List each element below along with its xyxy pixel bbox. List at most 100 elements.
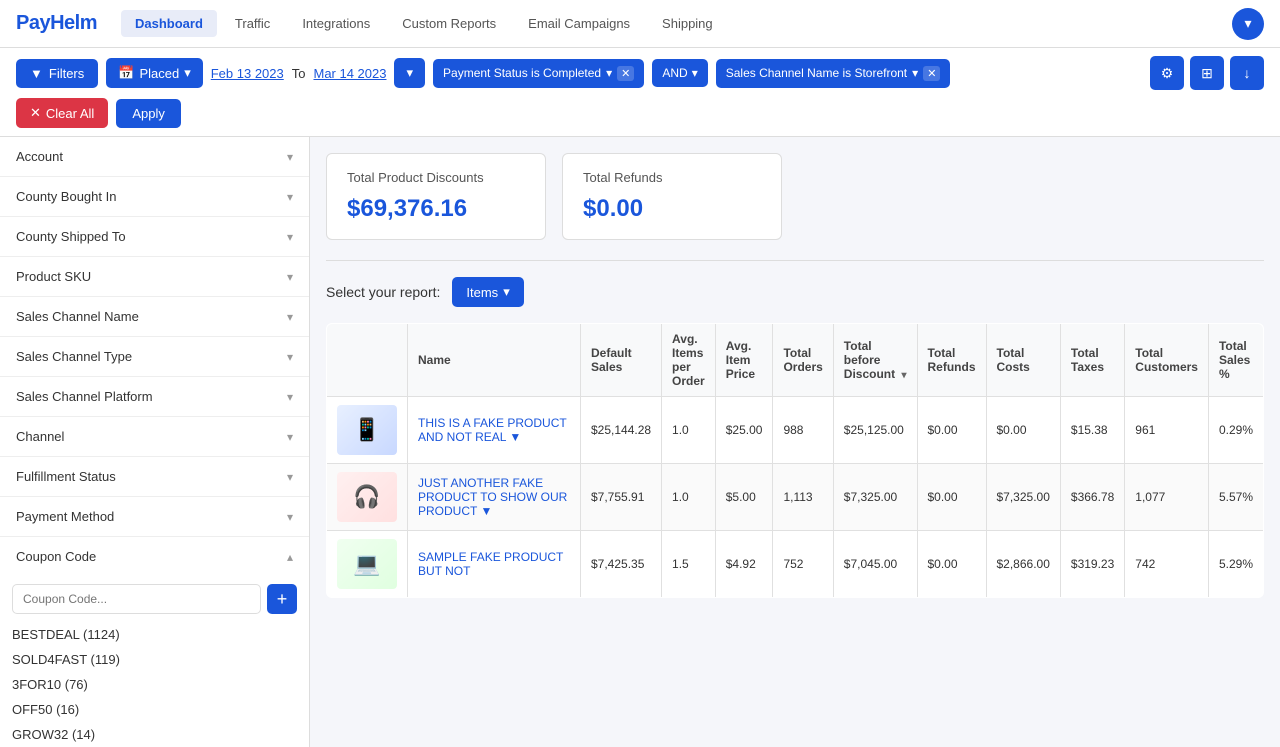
coupon-code-label: Coupon Code — [16, 549, 96, 564]
clear-all-button[interactable]: ✕ Clear All — [16, 98, 108, 128]
chevron-down-icon: ▾ — [287, 270, 293, 284]
settings-icon-btn[interactable]: ⚙ — [1150, 56, 1184, 90]
coupon-code-section: Coupon Code ▴ + BESTDEAL (1124) SOLD4FAS… — [0, 537, 309, 747]
th-total-refunds: TotalRefunds — [917, 324, 986, 397]
chevron-down-icon: ▾ — [287, 230, 293, 244]
card-value: $0.00 — [583, 195, 761, 223]
coupon-code-list: BESTDEAL (1124) SOLD4FAST (119) 3FOR10 (… — [12, 622, 297, 747]
default-sales-cell: $25,144.28 — [580, 397, 661, 464]
card-title: Total Refunds — [583, 170, 761, 185]
sidebar-item-product-sku[interactable]: Product SKU ▾ — [0, 257, 309, 297]
chevron-down-icon: ▾ — [287, 510, 293, 524]
avg-items-cell: 1.0 — [662, 397, 716, 464]
total-taxes-cell: $319.23 — [1060, 531, 1124, 598]
total-before-discount-cell: $7,045.00 — [833, 531, 917, 598]
sidebar-item-label: County Shipped To — [16, 229, 126, 244]
data-table: Name DefaultSales Avg.ItemsperOrder Avg.… — [326, 323, 1264, 598]
payment-status-delete[interactable]: ✕ — [617, 66, 634, 81]
nav-traffic[interactable]: Traffic — [221, 10, 284, 37]
sales-channel-chip[interactable]: Sales Channel Name is Storefront ▾ ✕ — [716, 59, 951, 88]
total-taxes-cell: $366.78 — [1060, 464, 1124, 531]
chevron-down-icon: ▾ — [287, 470, 293, 484]
coupon-add-button[interactable]: + — [267, 584, 297, 614]
nav-email-campaigns[interactable]: Email Campaigns — [514, 10, 644, 37]
product-name-cell: SAMPLE FAKE PRODUCT BUT NOT — [408, 531, 581, 598]
chevron-down-icon: ▾ — [287, 150, 293, 164]
sidebar-item-label: Payment Method — [16, 509, 114, 524]
list-item[interactable]: SOLD4FAST (119) — [12, 647, 297, 672]
card-total-product-discounts: Total Product Discounts $69,376.16 — [326, 153, 546, 240]
date-to[interactable]: Mar 14 2023 — [313, 66, 386, 81]
sidebar-item-label: Sales Channel Type — [16, 349, 132, 364]
card-value: $69,376.16 — [347, 195, 525, 223]
total-costs-cell: $7,325.00 — [986, 464, 1060, 531]
th-avg-price: Avg.ItemPrice — [715, 324, 773, 397]
clear-icon: ✕ — [30, 105, 41, 121]
chevron-down-icon3: ▾ — [606, 66, 612, 80]
product-image: 🎧 — [337, 472, 397, 522]
card-title: Total Product Discounts — [347, 170, 525, 185]
sidebar-item-county-bought-in[interactable]: County Bought In ▾ — [0, 177, 309, 217]
th-avg-items: Avg.ItemsperOrder — [662, 324, 716, 397]
coupon-code-header[interactable]: Coupon Code ▴ — [0, 537, 309, 576]
date-from[interactable]: Feb 13 2023 — [211, 66, 284, 81]
report-dropdown[interactable]: Items ▾ — [452, 277, 523, 307]
product-link[interactable]: JUST ANOTHER FAKE PRODUCT TO SHOW OUR PR… — [418, 476, 567, 518]
product-link[interactable]: THIS IS A FAKE PRODUCT AND NOT REAL ▼ — [418, 416, 566, 444]
sidebar-item-county-shipped-to[interactable]: County Shipped To ▾ — [0, 217, 309, 257]
sidebar-item-channel[interactable]: Channel ▾ — [0, 417, 309, 457]
table-header-row: Name DefaultSales Avg.ItemsperOrder Avg.… — [327, 324, 1264, 397]
th-name: Name — [408, 324, 581, 397]
th-total-before-discount[interactable]: TotalbeforeDiscount ▾ — [833, 324, 917, 397]
date-dropdown-btn[interactable]: ▾ — [394, 58, 425, 88]
chevron-up-icon: ▴ — [287, 550, 293, 564]
user-avatar[interactable]: ▾ — [1232, 8, 1264, 40]
sidebar-item-label: Channel — [16, 429, 64, 444]
total-refunds-cell: $0.00 — [917, 531, 986, 598]
product-link[interactable]: SAMPLE FAKE PRODUCT BUT NOT — [418, 550, 563, 578]
sidebar-item-sales-channel-type[interactable]: Sales Channel Type ▾ — [0, 337, 309, 377]
total-sales-pct-cell: 5.57% — [1208, 464, 1263, 531]
filter-icon: ▼ — [30, 66, 43, 81]
sidebar-item-fulfillment-status[interactable]: Fulfillment Status ▾ — [0, 457, 309, 497]
sidebar-item-label: Sales Channel Name — [16, 309, 139, 324]
chevron-down-icon4: ▾ — [692, 66, 698, 80]
total-costs-cell: $0.00 — [986, 397, 1060, 464]
list-item[interactable]: 3FOR10 (76) — [12, 672, 297, 697]
nav-shipping[interactable]: Shipping — [648, 10, 727, 37]
payment-status-chip[interactable]: Payment Status is Completed ▾ ✕ — [433, 59, 644, 88]
chevron-down-icon: ▾ — [287, 190, 293, 204]
list-item[interactable]: BESTDEAL (1124) — [12, 622, 297, 647]
nav-integrations[interactable]: Integrations — [288, 10, 384, 37]
default-sales-cell: $7,755.91 — [580, 464, 661, 531]
coupon-code-body: + BESTDEAL (1124) SOLD4FAST (119) 3FOR10… — [0, 576, 309, 747]
total-orders-cell: 988 — [773, 397, 833, 464]
nav-dashboard[interactable]: Dashboard — [121, 10, 217, 37]
th-total-sales-pct: TotalSales% — [1208, 324, 1263, 397]
nav-custom-reports[interactable]: Custom Reports — [388, 10, 510, 37]
apply-button[interactable]: Apply — [116, 99, 181, 128]
sidebar-item-sales-channel-name[interactable]: Sales Channel Name ▾ — [0, 297, 309, 337]
download-icon-btn[interactable]: ↓ — [1230, 56, 1264, 90]
coupon-input-row: + — [12, 584, 297, 614]
table-icon-btn[interactable]: ⊞ — [1190, 56, 1224, 90]
total-sales-pct-cell: 5.29% — [1208, 531, 1263, 598]
chevron-down-icon2: ▾ — [406, 65, 413, 81]
placed-dropdown[interactable]: 📅 Placed ▾ — [106, 58, 202, 88]
coupon-code-input[interactable] — [12, 584, 261, 614]
product-name-cell: THIS IS A FAKE PRODUCT AND NOT REAL ▼ — [408, 397, 581, 464]
list-item[interactable]: OFF50 (16) — [12, 697, 297, 722]
sales-channel-delete[interactable]: ✕ — [923, 66, 940, 81]
th-total-orders: TotalOrders — [773, 324, 833, 397]
total-sales-pct-cell: 0.29% — [1208, 397, 1263, 464]
sidebar-item-sales-channel-platform[interactable]: Sales Channel Platform ▾ — [0, 377, 309, 417]
sidebar-item-label: Product SKU — [16, 269, 91, 284]
and-button[interactable]: AND ▾ — [652, 59, 707, 87]
sidebar-item-payment-method[interactable]: Payment Method ▾ — [0, 497, 309, 537]
th-default-sales: DefaultSales — [580, 324, 661, 397]
avg-items-cell: 1.0 — [662, 464, 716, 531]
filters-button[interactable]: ▼ Filters — [16, 59, 98, 88]
sidebar-item-label: Fulfillment Status — [16, 469, 116, 484]
list-item[interactable]: GROW32 (14) — [12, 722, 297, 747]
sidebar-item-account[interactable]: Account ▾ — [0, 137, 309, 177]
